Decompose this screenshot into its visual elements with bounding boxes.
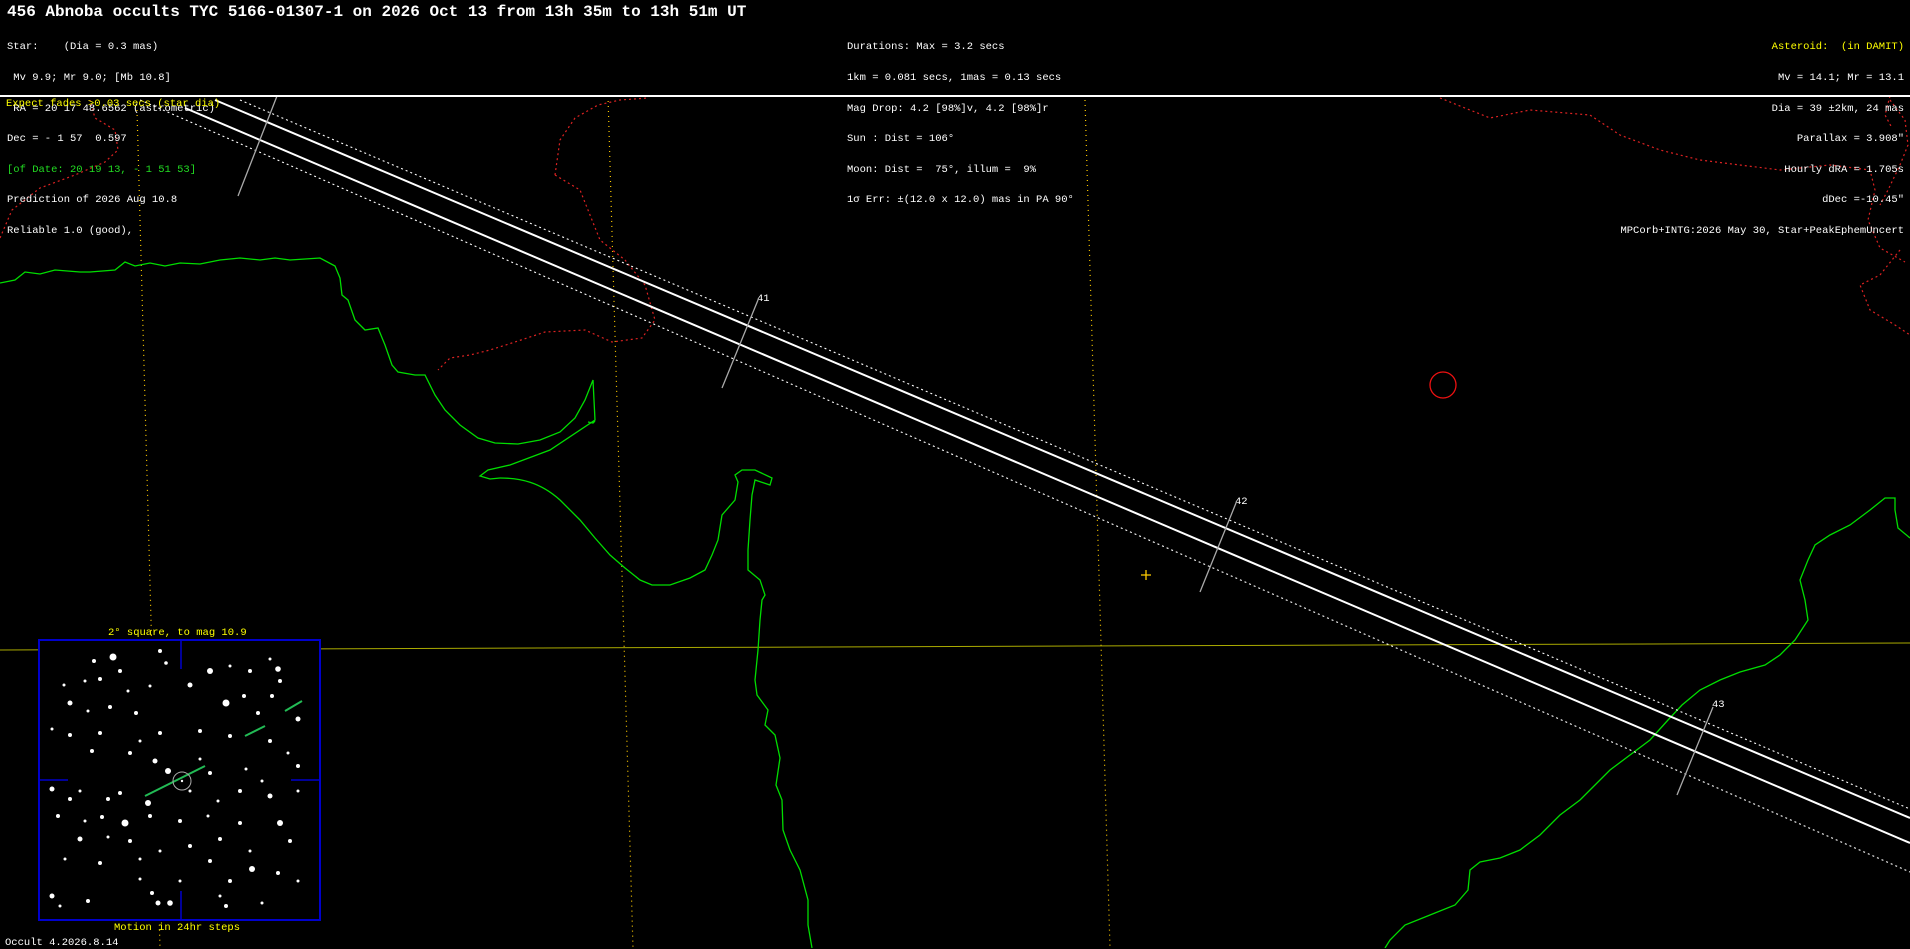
star-info: Star: (Dia = 0.3 mas) Mv 9.9; Mr 9.0; [M… (7, 22, 215, 257)
asteroid-line: Hourly dRA = 1.705s (1784, 163, 1904, 176)
coastline (1384, 497, 1910, 948)
star-line: Mv 9.9; Mr 9.0; [Mb 10.8] (7, 72, 171, 85)
asteroid-line: MPCorb+INTG:2026 May 30, Star+PeakEphemU… (1620, 225, 1904, 238)
coastline (578, 421, 595, 442)
time-tick (1199, 502, 1237, 593)
star-line: Prediction of 2026 Aug 10.8 (7, 194, 178, 207)
time-label: 43 (1712, 699, 1725, 711)
coastline (520, 420, 595, 442)
event-line: 1σ Err: ±(12.0 x 12.0) mas in PA 90° (847, 194, 1074, 207)
finder-star-field (49, 649, 301, 908)
finder-caption-top: 2° square, to mag 10.9 (108, 627, 247, 639)
coastline (490, 478, 500, 500)
time-tick (721, 299, 759, 389)
asteroid-info: Asteroid: (in DAMIT) Mv = 14.1; Mr = 13.… (1620, 22, 1904, 257)
coastline (480, 421, 595, 452)
header-divider (0, 95, 1910, 97)
event-info: Durations: Max = 3.2 secs 1km = 0.081 se… (847, 22, 1074, 226)
header-panel: 456 Abnoba occults TYC 5166-01307-1 on 2… (0, 0, 1910, 236)
event-line: Sun : Dist = 106° (847, 133, 955, 146)
time-label: 41 (757, 293, 770, 305)
coastline (478, 421, 595, 450)
star-line: Reliable 1.0 (good), (7, 225, 134, 238)
event-line: Durations: Max = 3.2 secs (847, 41, 1005, 54)
asteroid-line: Parallax = 3.908" (1796, 133, 1904, 146)
event-line: 1km = 0.081 secs, 1mas = 0.13 secs (847, 72, 1062, 85)
fade-note: Expect fades >0.03 secs (star dia) (6, 98, 221, 110)
asteroid-title: Asteroid: (in DAMIT) (1771, 41, 1904, 54)
version-label: Occult 4.2026.8.14 (5, 937, 119, 949)
star-finder-chart (38, 639, 321, 921)
star-line-of-date: [of Date: 20 19 13, - 1 51 53] (7, 163, 197, 176)
event-line: Moon: Dist = 75°, illum = 9% (847, 163, 1037, 176)
finder-stars (40, 641, 319, 919)
asteroid-line: dDec =-10.45" (1822, 194, 1904, 207)
motion-track (144, 700, 303, 797)
coastline (489, 421, 595, 470)
asteroid-line: Dia = 39 ±2km, 24 mas (1771, 102, 1904, 115)
asteroid-line: Mv = 14.1; Mr = 13.1 (1777, 72, 1904, 85)
centre-cross-icon (1141, 570, 1151, 580)
border-line (1859, 249, 1910, 336)
border-line (554, 97, 649, 176)
coastline (0, 257, 596, 480)
coastline (496, 420, 595, 421)
longitude-line (607, 95, 634, 948)
time-tick (1676, 706, 1714, 796)
time-label: 42 (1235, 496, 1248, 508)
coastline (570, 420, 595, 450)
coastline (520, 421, 595, 448)
time-tick (237, 95, 278, 197)
star-line: Star: (Dia = 0.3 mas) (7, 41, 159, 54)
star-line: Dec = - 1 57 0.597 (7, 133, 127, 146)
site-marker (1429, 371, 1457, 399)
finder-caption-bottom: Motion in 24hr steps (114, 922, 241, 934)
event-line: Mag Drop: 4.2 [98%]v, 4.2 [98%]r (847, 102, 1049, 115)
coastline (499, 469, 813, 948)
coastline (470, 421, 595, 448)
coastline (495, 420, 500, 440)
page-title: 456 Abnoba occults TYC 5166-01307-1 on 2… (7, 3, 747, 21)
longitude-line (1084, 99, 1111, 948)
